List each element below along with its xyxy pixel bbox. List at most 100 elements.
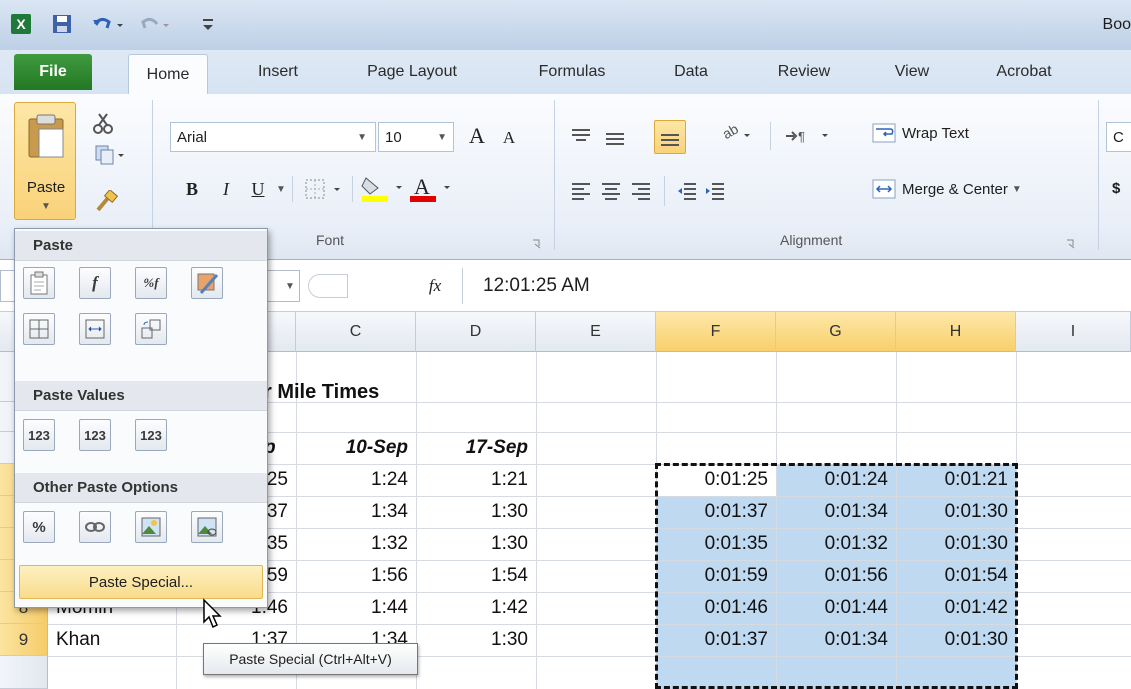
paste-dropdown-icon[interactable]: ▼ (41, 201, 51, 212)
cell-d[interactable]: 1:42 (416, 592, 536, 624)
align-bottom-icon (661, 134, 679, 146)
sheet-title-cell[interactable]: r Mile Times (256, 352, 387, 432)
font-size-dropdown-icon[interactable]: ▼ (437, 132, 447, 143)
font-color-icon[interactable]: A (408, 174, 454, 208)
tab-home[interactable]: Home (128, 54, 208, 94)
align-middle-icon[interactable] (604, 130, 626, 150)
align-bottom-button[interactable] (654, 120, 686, 154)
paste-formulas-icon[interactable]: f (79, 267, 111, 299)
paste-special-label: Paste Special... (88, 573, 194, 591)
cell-c[interactable]: 1:44 (296, 592, 416, 624)
cell-c[interactable]: 1:34 (296, 496, 416, 528)
cell-a[interactable]: Khan (48, 624, 176, 656)
tab-data[interactable]: Data (658, 50, 724, 94)
shrink-font-button[interactable]: A (496, 124, 522, 152)
fill-color-icon[interactable] (360, 174, 406, 208)
tab-review[interactable]: Review (760, 50, 848, 94)
title-bar: X Boo (0, 0, 1131, 50)
column-header-c[interactable]: C (296, 312, 416, 352)
align-right-icon[interactable] (630, 182, 652, 204)
paste-formatting-icon[interactable]: % (23, 511, 55, 543)
currency-button[interactable]: $ (1112, 180, 1120, 197)
header-cell[interactable]: 10-Sep (296, 432, 416, 464)
formula-input[interactable]: 12:01:25 AM (462, 268, 1131, 304)
number-format-combo[interactable]: C (1106, 122, 1131, 152)
paste-icon[interactable] (23, 267, 55, 299)
column-header-f[interactable]: F (656, 312, 776, 352)
cell-d[interactable]: 1:30 (416, 496, 536, 528)
tab-page-layout[interactable]: Page Layout (346, 50, 478, 94)
wrap-text-button[interactable]: Wrap Text (872, 122, 969, 144)
tab-insert[interactable]: Insert (238, 50, 318, 94)
paste-formulas-number-formatting-icon[interactable]: %f (135, 267, 167, 299)
merge-center-button[interactable]: Merge & Center ▼ (872, 178, 1022, 200)
keep-column-widths-icon[interactable] (79, 313, 111, 345)
tab-view[interactable]: View (882, 50, 942, 94)
underline-dropdown-icon[interactable]: ▼ (276, 184, 286, 195)
cell-c[interactable]: 1:24 (296, 464, 416, 496)
cut-icon[interactable] (92, 112, 114, 138)
linked-picture-icon[interactable] (191, 511, 223, 543)
paste-values-icon[interactable]: 123 (23, 419, 55, 451)
paste-special-menu-item[interactable]: Paste Special... (19, 565, 263, 599)
paste-picture-icon[interactable] (135, 511, 167, 543)
save-icon[interactable] (50, 12, 74, 36)
merge-dropdown-icon[interactable]: ▼ (1012, 184, 1022, 195)
font-name-combo[interactable]: Arial ▼ (170, 122, 376, 152)
transpose-icon[interactable] (135, 313, 167, 345)
customize-icon[interactable] (196, 12, 220, 36)
row-header[interactable] (0, 656, 48, 689)
align-left-icon[interactable] (570, 182, 592, 204)
tab-acrobat[interactable]: Acrobat (976, 50, 1072, 94)
decrease-indent-icon[interactable] (676, 182, 698, 204)
paste-link-icon[interactable] (79, 511, 111, 543)
cell-c[interactable]: 1:56 (296, 560, 416, 592)
borders-icon[interactable] (304, 178, 346, 204)
undo-icon[interactable] (88, 12, 128, 36)
formula-bar-splitter[interactable] (308, 274, 348, 298)
cell-d[interactable]: 1:30 (416, 528, 536, 560)
font-size-value: 10 (385, 128, 402, 146)
orientation-icon[interactable]: ab (712, 120, 756, 152)
excel-icon[interactable]: X (8, 12, 34, 36)
bold-button[interactable]: B (178, 174, 206, 204)
copy-icon[interactable] (94, 144, 128, 170)
italic-button[interactable]: I (212, 174, 240, 204)
paste-values-number-formatting-icon[interactable]: 123 (79, 419, 111, 451)
font-name-dropdown-icon[interactable]: ▼ (357, 132, 367, 143)
cell-d[interactable]: 1:21 (416, 464, 536, 496)
column-header-i[interactable]: I (1016, 312, 1131, 352)
column-header-d[interactable]: D (416, 312, 536, 352)
column-header-e[interactable]: E (536, 312, 656, 352)
increase-indent-icon[interactable] (704, 182, 726, 204)
underline-button[interactable]: U (244, 174, 272, 204)
grow-font-button[interactable]: A (464, 120, 490, 152)
align-center-icon[interactable] (600, 182, 622, 204)
no-borders-icon[interactable] (23, 313, 55, 345)
alignment-dialog-launcher-icon[interactable] (1066, 236, 1076, 253)
name-box-dropdown-icon[interactable]: ▼ (285, 281, 295, 292)
keep-source-formatting-icon[interactable] (191, 267, 223, 299)
row-header-9[interactable]: 9 (0, 624, 48, 656)
format-painter-icon[interactable] (94, 189, 119, 218)
tab-formulas[interactable]: Formulas (516, 50, 628, 94)
merge-center-icon (872, 179, 896, 199)
merge-center-label: Merge & Center (902, 180, 1008, 198)
insert-function-button[interactable]: fx (420, 276, 450, 300)
align-top-icon[interactable] (570, 128, 592, 148)
cell-c[interactable]: 1:32 (296, 528, 416, 560)
font-size-combo[interactable]: 10 ▼ (378, 122, 454, 152)
paste-button[interactable]: Paste ▼ (14, 102, 76, 220)
mouse-cursor-icon (202, 598, 224, 634)
header-cell[interactable]: 17-Sep (416, 432, 536, 464)
paste-values-source-formatting-icon[interactable]: 123 (135, 419, 167, 451)
cell-d[interactable]: 1:30 (416, 624, 536, 656)
cell-d[interactable]: 1:54 (416, 560, 536, 592)
paste-label: Paste (26, 179, 66, 196)
font-dialog-launcher-icon[interactable] (532, 236, 542, 253)
tab-file[interactable]: File (14, 54, 92, 90)
column-header-h[interactable]: H (896, 312, 1016, 352)
redo-icon[interactable] (134, 12, 174, 36)
text-direction-icon[interactable]: ¶ (782, 126, 842, 150)
column-header-g[interactable]: G (776, 312, 896, 352)
